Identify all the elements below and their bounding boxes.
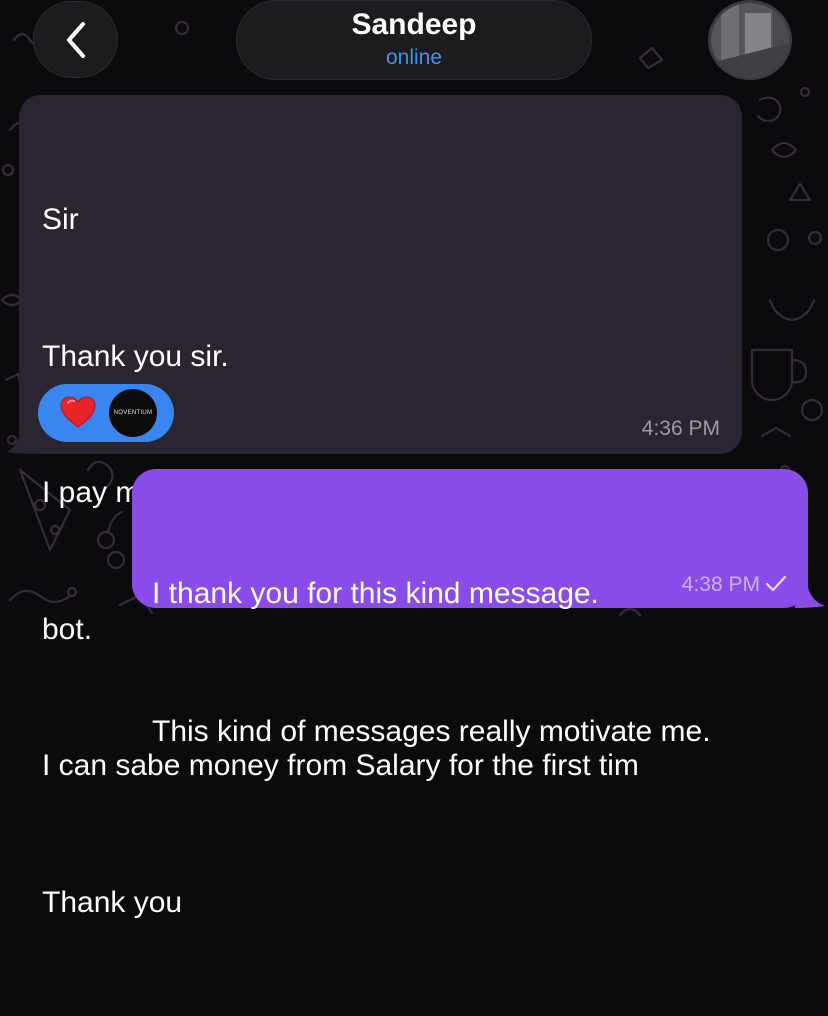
message-line: Thank you sir. (42, 339, 229, 373)
chevron-left-icon (66, 21, 85, 58)
avatar-photo (711, 3, 789, 77)
incoming-bubble-tail (6, 428, 36, 454)
outgoing-message-bubble[interactable]: I thank you for this kind message. This … (132, 469, 808, 748)
single-check-icon (765, 575, 787, 592)
contact-avatar[interactable] (708, 0, 792, 80)
incoming-message-time: 4:36 PM (641, 417, 720, 440)
message-reactions[interactable]: NOVENTIUM (38, 384, 174, 442)
message-line: This kind of messages really motivate me… (152, 714, 711, 748)
reactor-avatar: NOVENTIUM (109, 389, 157, 437)
message-line: Thank you (42, 885, 183, 919)
back-button[interactable] (33, 1, 118, 78)
message-line: Sir (42, 203, 79, 236)
contact-name: Sandeep (351, 8, 477, 41)
reactor-avatar-text: NOVENTIUM (113, 410, 153, 416)
outgoing-message-time: 4:38 PM (681, 573, 760, 596)
contact-status: online (385, 46, 443, 69)
incoming-message-bubble[interactable]: Sir Thank you sir. I pay my rent today w… (19, 95, 742, 919)
message-line: I thank you for this kind message. (152, 577, 599, 610)
outgoing-bubble-tail (795, 582, 825, 608)
chat-header[interactable]: Sandeep online (236, 0, 592, 80)
outgoing-message-text: I thank you for this kind message. This … (152, 479, 711, 846)
heart-icon (60, 396, 96, 428)
